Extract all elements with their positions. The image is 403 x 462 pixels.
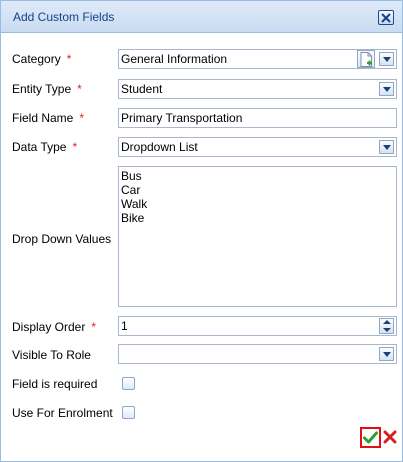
display-order-label: Display Order * bbox=[12, 320, 97, 334]
visible-to-role-select[interactable] bbox=[118, 344, 397, 364]
cancel-button[interactable] bbox=[383, 430, 397, 444]
display-order-input[interactable]: 1 bbox=[118, 316, 397, 336]
dropdown-value-line: Bike bbox=[121, 211, 145, 225]
field-name-input[interactable]: Primary Transportation bbox=[118, 108, 397, 128]
required-marker: * bbox=[91, 320, 97, 334]
chevron-down-icon bbox=[383, 57, 391, 62]
use-for-enrolment-label: Use For Enrolment bbox=[12, 406, 113, 420]
dialog-title: Add Custom Fields bbox=[13, 10, 115, 24]
dropdown-values-textarea[interactable]: Bus Car Walk Bike bbox=[118, 166, 397, 307]
required-marker: * bbox=[79, 111, 85, 125]
dropdown-value-line: Bus bbox=[121, 169, 142, 183]
checkmark-icon bbox=[363, 431, 378, 444]
field-name-label: Field Name * bbox=[12, 111, 85, 125]
entity-type-label: Entity Type * bbox=[12, 82, 82, 96]
chevron-down-icon bbox=[383, 145, 391, 150]
field-name-value: Primary Transportation bbox=[121, 111, 243, 125]
category-value: General Information bbox=[121, 52, 228, 66]
required-marker: * bbox=[66, 52, 72, 66]
dropdown-value-line: Car bbox=[121, 183, 141, 197]
visible-to-role-dropdown-button[interactable] bbox=[379, 347, 394, 361]
category-label: Category * bbox=[12, 52, 72, 66]
use-for-enrolment-checkbox[interactable] bbox=[122, 406, 135, 419]
dropdown-values-label: Drop Down Values bbox=[12, 232, 112, 246]
entity-type-dropdown-button[interactable] bbox=[379, 82, 394, 96]
category-select[interactable]: General Information bbox=[118, 49, 397, 69]
field-required-checkbox[interactable] bbox=[122, 377, 135, 390]
save-button[interactable] bbox=[360, 427, 381, 448]
required-marker: * bbox=[77, 82, 82, 96]
add-document-icon bbox=[360, 52, 372, 67]
field-required-label: Field is required bbox=[12, 377, 98, 391]
close-icon bbox=[381, 13, 391, 23]
visible-to-role-label: Visible To Role bbox=[12, 348, 91, 362]
chevron-down-icon bbox=[383, 352, 391, 357]
required-marker: * bbox=[72, 140, 78, 154]
spinner-arrows-icon bbox=[383, 320, 391, 332]
x-icon bbox=[383, 430, 397, 444]
data-type-label: Data Type * bbox=[12, 140, 78, 154]
entity-type-value: Student bbox=[121, 82, 163, 96]
data-type-dropdown-button[interactable] bbox=[379, 140, 394, 154]
display-order-value: 1 bbox=[121, 319, 128, 333]
category-dropdown-button[interactable] bbox=[379, 52, 394, 66]
display-order-spinner[interactable] bbox=[379, 318, 394, 334]
close-button[interactable] bbox=[378, 10, 394, 25]
dropdown-value-line: Walk bbox=[121, 197, 148, 211]
chevron-down-icon bbox=[383, 87, 391, 92]
data-type-select[interactable]: Dropdown List bbox=[118, 137, 397, 157]
dialog-titlebar: Add Custom Fields bbox=[1, 1, 402, 33]
add-category-button[interactable] bbox=[357, 50, 375, 68]
data-type-value: Dropdown List bbox=[121, 140, 198, 154]
entity-type-select[interactable]: Student bbox=[118, 79, 397, 99]
add-custom-fields-dialog: Add Custom Fields Category * General Info… bbox=[0, 0, 403, 462]
